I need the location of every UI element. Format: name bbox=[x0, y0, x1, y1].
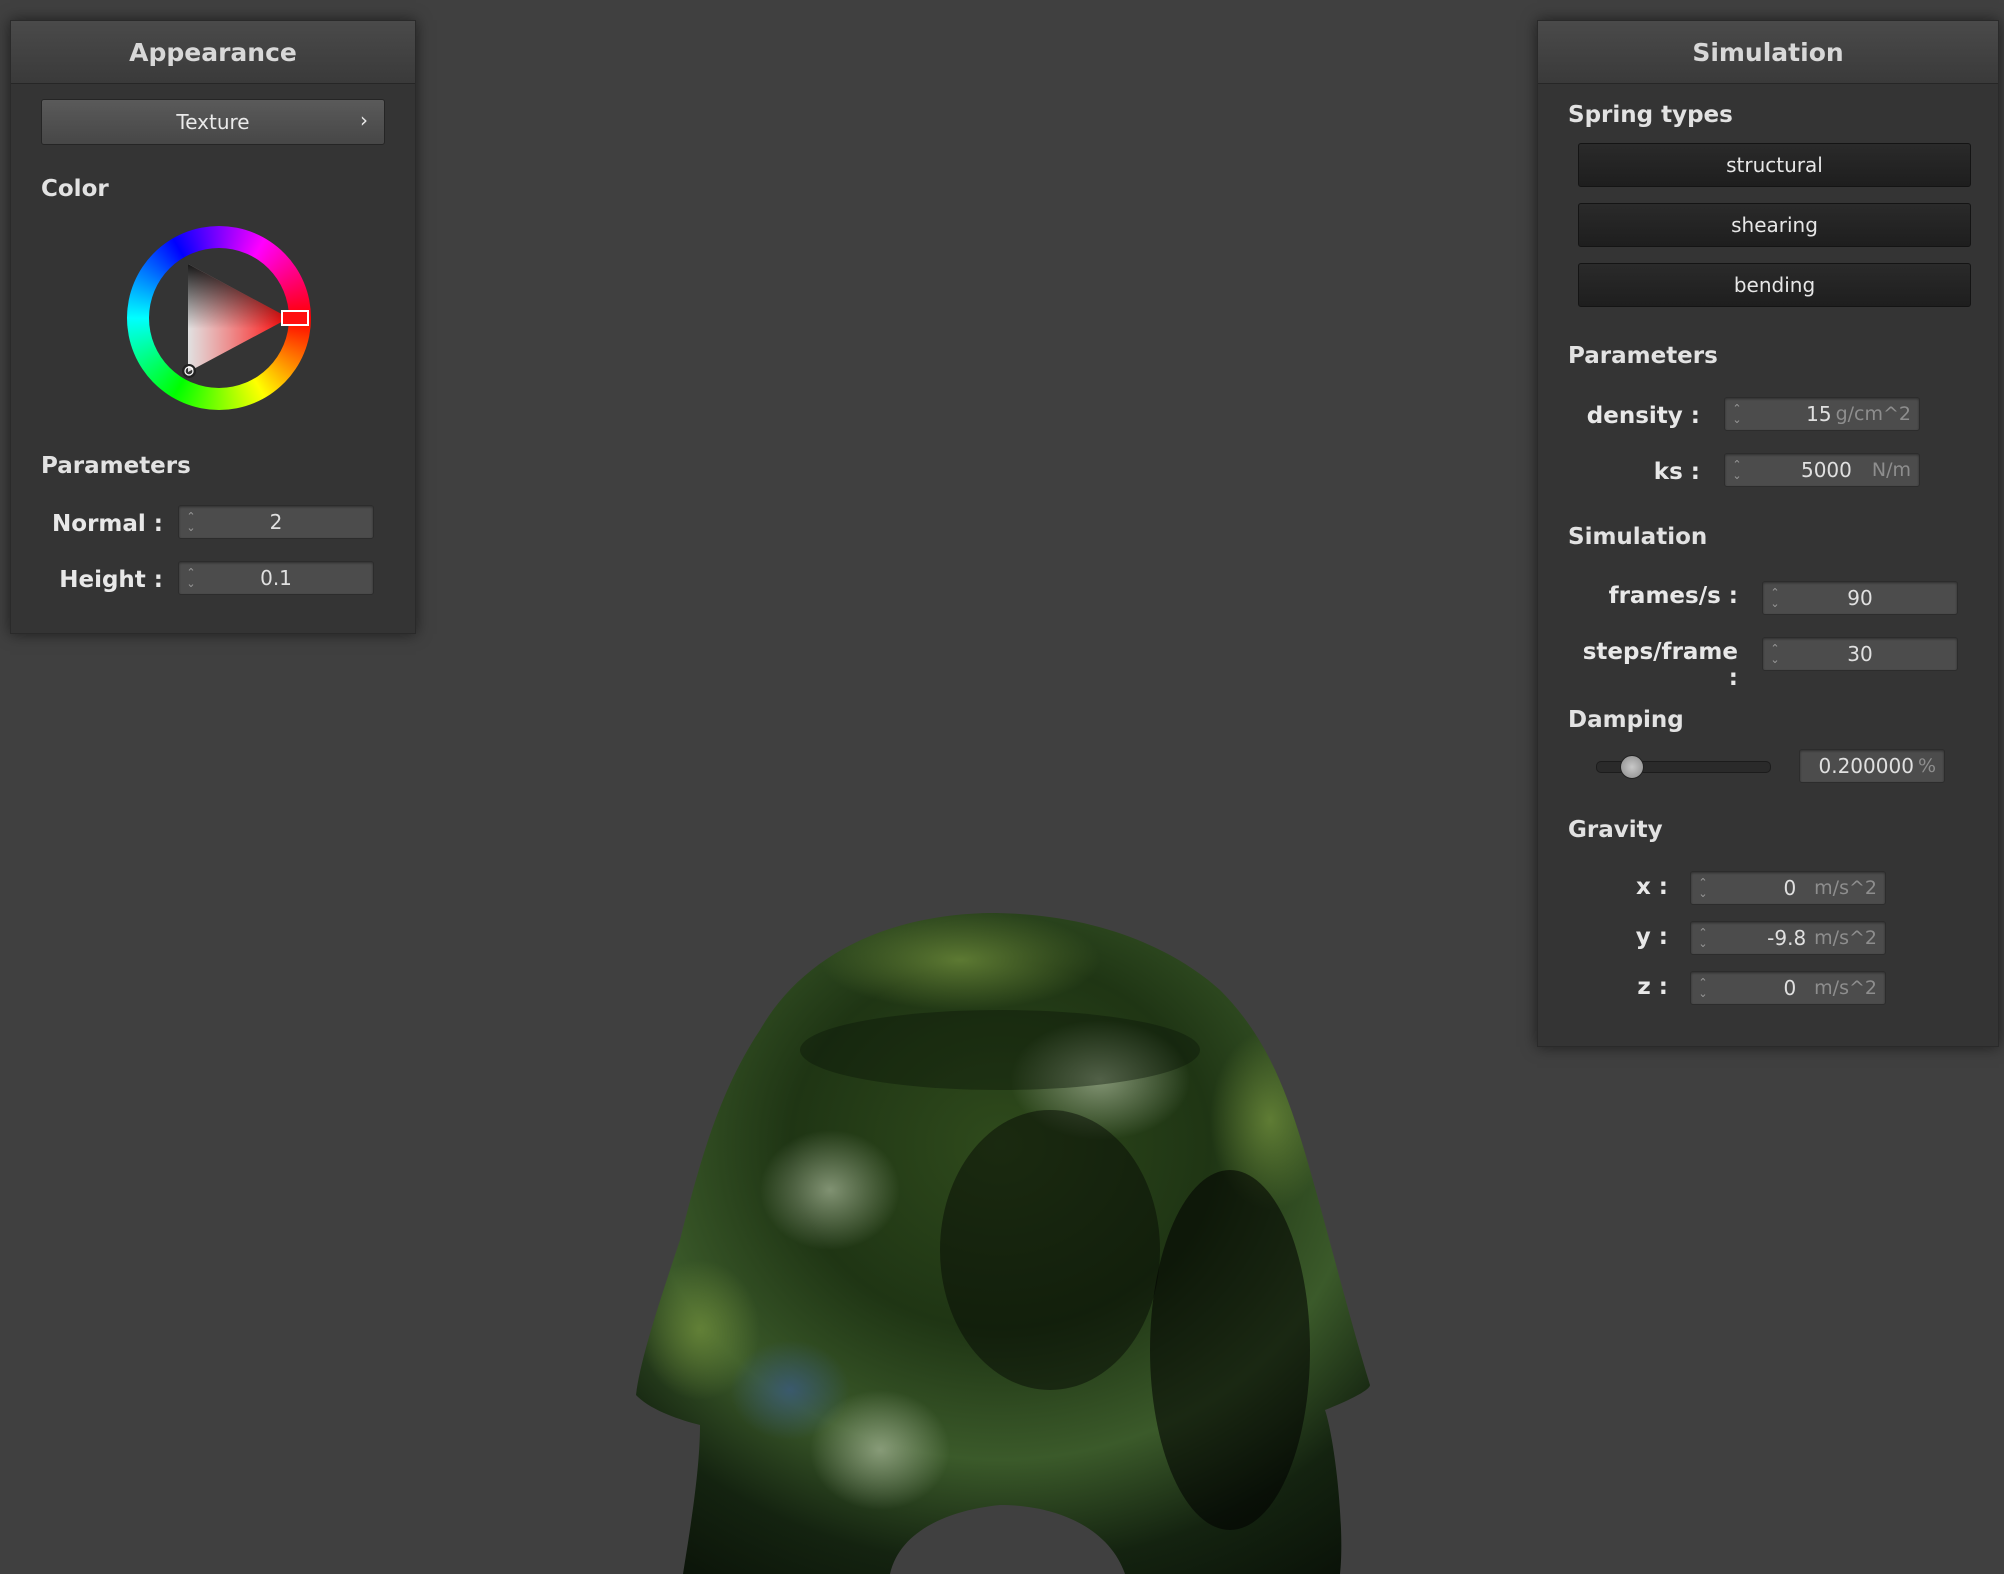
gravity-y-input[interactable]: ⌃ ⌄ -9.8 m/s^2 bbox=[1690, 921, 1886, 955]
hue-marker[interactable] bbox=[281, 310, 309, 326]
height-value: 0.1 bbox=[260, 566, 292, 590]
normal-value: 2 bbox=[269, 510, 283, 534]
density-input[interactable]: ⌃ ⌄ 15 g/cm^2 bbox=[1724, 397, 1920, 431]
gravity-z-label: z : bbox=[1637, 974, 1668, 1000]
spinner-icon[interactable]: ⌃ ⌄ bbox=[1691, 977, 1715, 999]
color-section-label: Color bbox=[41, 176, 109, 202]
spinner-icon[interactable]: ⌃ ⌄ bbox=[1691, 877, 1715, 899]
gravity-y-value: -9.8 bbox=[1767, 926, 1807, 950]
density-value: 15 bbox=[1806, 402, 1832, 426]
gravity-x-unit: m/s^2 bbox=[1814, 877, 1877, 899]
gravity-z-input[interactable]: ⌃ ⌄ 0 m/s^2 bbox=[1690, 971, 1886, 1005]
appearance-panel: Appearance Texture › Color Parameters No… bbox=[10, 20, 416, 634]
gravity-x-label: x : bbox=[1635, 874, 1668, 900]
damping-slider-handle[interactable] bbox=[1620, 755, 1644, 779]
fps-value: 90 bbox=[1847, 586, 1873, 610]
steps-value: 30 bbox=[1847, 642, 1873, 666]
height-label: Height : bbox=[59, 567, 163, 593]
spring-types-label: Spring types bbox=[1568, 102, 1733, 128]
damping-input[interactable]: 0.200000 % bbox=[1799, 749, 1945, 783]
normal-label: Normal : bbox=[52, 511, 163, 537]
texture-button-label: Texture bbox=[176, 110, 250, 134]
color-wheel[interactable] bbox=[127, 226, 311, 410]
texture-button[interactable]: Texture › bbox=[41, 99, 385, 145]
gravity-label: Gravity bbox=[1568, 817, 1663, 843]
steps-input[interactable]: ⌃ ⌄ 30 bbox=[1762, 637, 1958, 671]
ks-label: ks : bbox=[1653, 459, 1700, 485]
chevron-right-icon: › bbox=[360, 108, 368, 132]
gravity-y-label: y : bbox=[1635, 924, 1668, 950]
fps-input[interactable]: ⌃ ⌄ 90 bbox=[1762, 581, 1958, 615]
spinner-icon[interactable]: ⌃ ⌄ bbox=[179, 511, 203, 533]
ks-unit: N/m bbox=[1871, 459, 1911, 481]
ks-value: 5000 bbox=[1800, 458, 1852, 482]
spinner-icon[interactable]: ⌃ ⌄ bbox=[1763, 587, 1787, 609]
damping-label: Damping bbox=[1568, 707, 1684, 733]
gravity-z-unit: m/s^2 bbox=[1814, 977, 1877, 999]
bending-button[interactable]: bending bbox=[1578, 263, 1971, 307]
gravity-y-unit: m/s^2 bbox=[1814, 927, 1877, 949]
steps-label: steps/frame : bbox=[1582, 639, 1738, 691]
gravity-x-value: 0 bbox=[1783, 876, 1797, 900]
damping-unit: % bbox=[1917, 755, 1936, 777]
spinner-icon[interactable]: ⌃ ⌄ bbox=[1725, 459, 1749, 481]
gravity-z-value: 0 bbox=[1783, 976, 1797, 1000]
simulation-parameters-label: Parameters bbox=[1568, 343, 1718, 369]
damping-slider[interactable] bbox=[1596, 755, 1771, 779]
spinner-icon[interactable]: ⌃ ⌄ bbox=[179, 567, 203, 589]
ks-input[interactable]: ⌃ ⌄ 5000 N/m bbox=[1724, 453, 1920, 487]
height-input[interactable]: ⌃ ⌄ 0.1 bbox=[178, 561, 374, 595]
density-unit: g/cm^2 bbox=[1835, 403, 1911, 425]
appearance-panel-title[interactable]: Appearance bbox=[11, 21, 415, 84]
damping-value: 0.200000 bbox=[1818, 754, 1914, 778]
spinner-icon[interactable]: ⌃ ⌄ bbox=[1691, 927, 1715, 949]
structural-button[interactable]: structural bbox=[1578, 143, 1971, 187]
shearing-button[interactable]: shearing bbox=[1578, 203, 1971, 247]
normal-input[interactable]: ⌃ ⌄ 2 bbox=[178, 505, 374, 539]
appearance-parameters-label: Parameters bbox=[41, 453, 191, 479]
simulation-panel: Simulation Spring types structural shear… bbox=[1537, 20, 1999, 1047]
gravity-x-input[interactable]: ⌃ ⌄ 0 m/s^2 bbox=[1690, 871, 1886, 905]
simulation-panel-title[interactable]: Simulation bbox=[1538, 21, 1998, 84]
simulation-section-label: Simulation bbox=[1568, 524, 1708, 550]
spinner-icon[interactable]: ⌃ ⌄ bbox=[1725, 403, 1749, 425]
density-label: density : bbox=[1586, 403, 1700, 429]
fps-label: frames/s : bbox=[1608, 583, 1738, 609]
spinner-icon[interactable]: ⌃ ⌄ bbox=[1763, 643, 1787, 665]
